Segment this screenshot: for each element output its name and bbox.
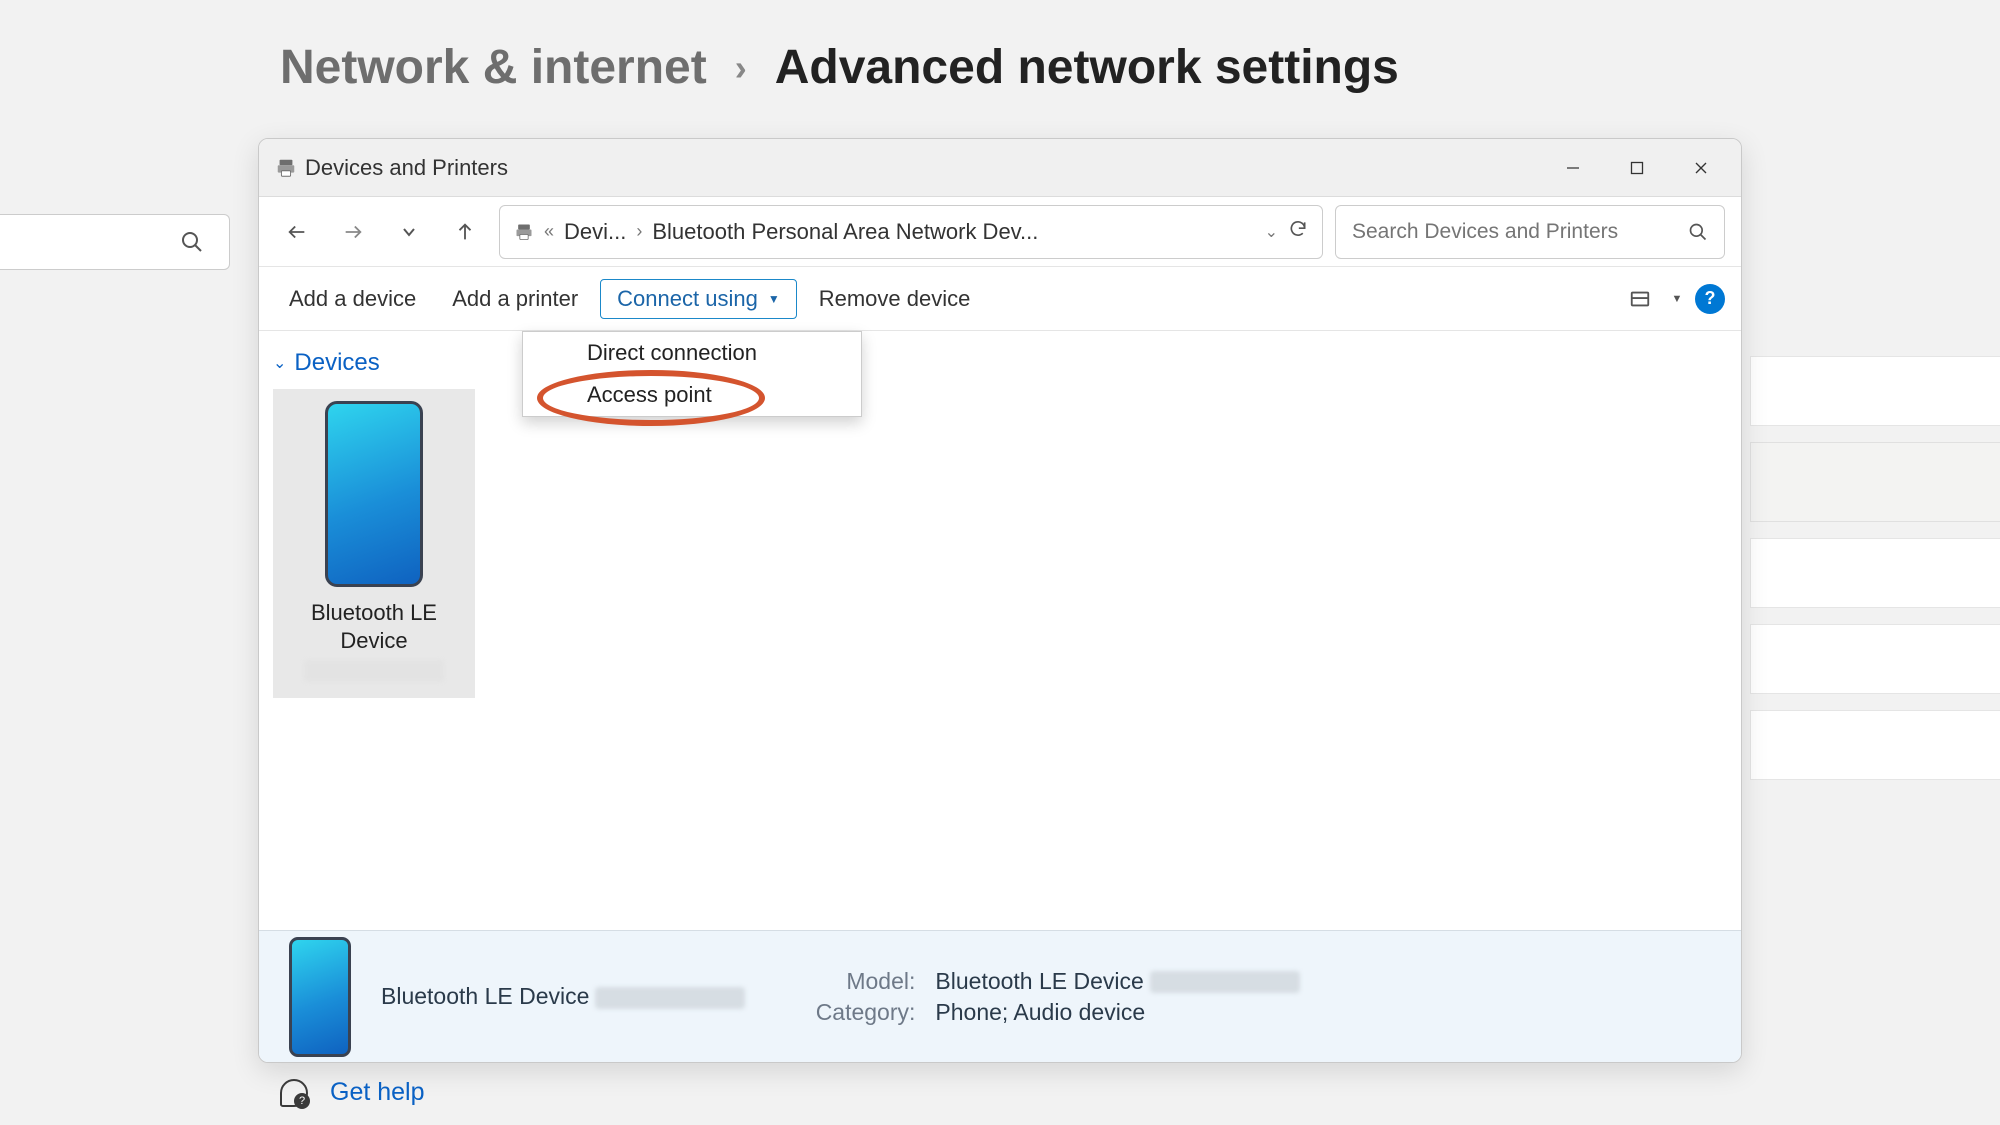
caret-down-icon: ▼ — [768, 292, 780, 306]
view-dropdown-caret[interactable]: ▼ — [1667, 280, 1687, 318]
overflow-chevron-icon[interactable]: « — [544, 221, 554, 242]
devices-and-printers-window: Devices and Printers « Devi... › Blue — [258, 138, 1742, 1063]
phone-icon — [325, 401, 423, 587]
maximize-button[interactable] — [1605, 139, 1669, 197]
titlebar: Devices and Printers — [259, 139, 1741, 197]
details-grid: Model: Bluetooth LE Device Category: Pho… — [805, 968, 1299, 1026]
connect-using-label: Connect using — [617, 286, 758, 312]
model-label: Model: — [805, 968, 915, 995]
get-help-link[interactable]: Get help — [280, 1078, 425, 1107]
address-bar[interactable]: « Devi... › Bluetooth Personal Area Netw… — [499, 205, 1323, 259]
address-segment[interactable]: Devi... — [564, 219, 626, 245]
breadcrumb: Network & internet › Advanced network se… — [280, 40, 1399, 95]
window-title: Devices and Printers — [305, 155, 1541, 181]
list-item[interactable] — [1750, 710, 2000, 780]
category-value: Phone; Audio device — [935, 999, 1145, 1026]
category-label: Category: — [805, 999, 915, 1026]
list-item[interactable] — [1750, 624, 2000, 694]
chevron-right-icon: › — [636, 221, 642, 242]
command-bar: Add a device Add a printer Connect using… — [259, 267, 1741, 331]
help-button[interactable]: ? — [1695, 284, 1725, 314]
redacted-text — [1150, 971, 1300, 993]
redacted-text — [595, 987, 745, 1009]
breadcrumb-parent[interactable]: Network & internet — [280, 40, 707, 95]
connect-using-menu: Direct connection Access point — [522, 331, 862, 417]
up-button[interactable] — [443, 210, 487, 254]
history-dropdown-button[interactable] — [387, 210, 431, 254]
menu-item-direct-connection[interactable]: Direct connection — [523, 332, 861, 374]
remove-device-button[interactable]: Remove device — [805, 280, 985, 318]
breadcrumb-current: Advanced network settings — [775, 40, 1399, 95]
forward-button[interactable] — [331, 210, 375, 254]
view-layout-button[interactable] — [1621, 280, 1659, 318]
search-input[interactable] — [1352, 220, 1688, 244]
details-name: Bluetooth LE Device — [381, 983, 745, 1010]
list-item[interactable] — [1750, 538, 2000, 608]
device-label: Bluetooth LE Device — [281, 599, 467, 654]
help-bubble-icon — [280, 1079, 308, 1107]
connect-using-dropdown[interactable]: Connect using ▼ — [600, 279, 797, 319]
model-value: Bluetooth LE Device — [935, 968, 1299, 995]
redacted-text — [304, 660, 444, 682]
get-help-label: Get help — [330, 1078, 425, 1107]
nav-row: « Devi... › Bluetooth Personal Area Netw… — [259, 197, 1741, 267]
device-item[interactable]: Bluetooth LE Device — [273, 389, 475, 698]
back-button[interactable] — [275, 210, 319, 254]
chevron-right-icon: › — [735, 47, 747, 89]
content-area: ⌄ Devices Bluetooth LE Device Direct con… — [259, 331, 1741, 930]
add-device-button[interactable]: Add a device — [275, 280, 430, 318]
printer-icon — [514, 222, 534, 242]
list-item[interactable] — [1750, 356, 2000, 426]
chevron-down-icon[interactable]: ⌄ — [1265, 222, 1278, 242]
phone-icon — [289, 937, 351, 1057]
address-segment[interactable]: Bluetooth Personal Area Network Dev... — [652, 219, 1038, 245]
search-icon — [180, 230, 204, 254]
details-pane: Bluetooth LE Device Model: Bluetooth LE … — [259, 930, 1741, 1062]
printer-icon — [275, 157, 297, 179]
minimize-button[interactable] — [1541, 139, 1605, 197]
add-printer-button[interactable]: Add a printer — [438, 280, 592, 318]
settings-search-pill[interactable] — [0, 214, 230, 270]
settings-list-partial — [1750, 356, 2000, 796]
close-button[interactable] — [1669, 139, 1733, 197]
menu-item-access-point[interactable]: Access point — [523, 374, 861, 416]
chevron-down-icon: ⌄ — [273, 353, 286, 373]
list-item[interactable] — [1750, 442, 2000, 522]
section-header-devices[interactable]: ⌄ Devices — [273, 349, 1727, 377]
search-box[interactable] — [1335, 205, 1725, 259]
refresh-button[interactable] — [1288, 219, 1308, 245]
section-label: Devices — [294, 349, 379, 377]
caret-down-icon: ▼ — [1672, 293, 1683, 305]
search-icon — [1688, 222, 1708, 242]
